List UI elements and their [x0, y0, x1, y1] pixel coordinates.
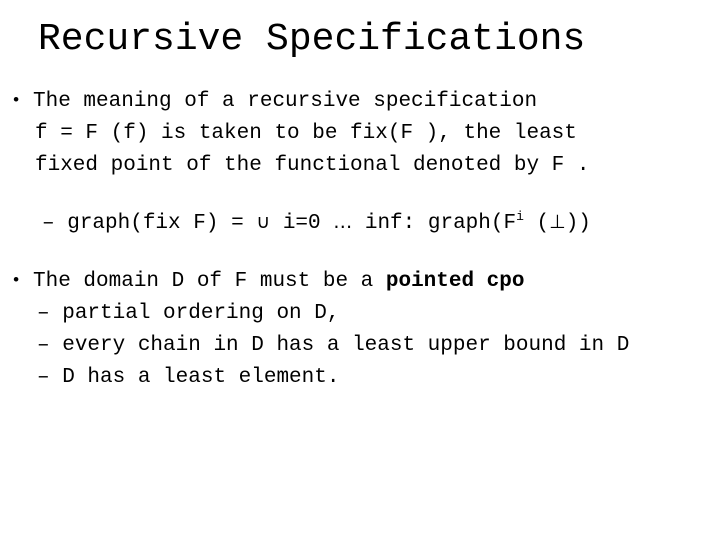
- bullet-item-1: • The meaning of a recursive specificati…: [0, 86, 720, 118]
- formula-lhs: graph(fix F): [67, 212, 219, 235]
- slide: Recursive Specifications • The meaning o…: [0, 0, 720, 540]
- bullet-1-line-2: f = F (f) is taken to be fix(F ), the le…: [35, 122, 577, 145]
- formula-superscript: i: [516, 209, 524, 224]
- bullet-marker-icon: •: [11, 92, 22, 111]
- formula-limit: inf:: [364, 212, 416, 235]
- bullet-2-emphasis: pointed cpo: [385, 270, 525, 293]
- bullet-item-2: • The domain D of F must be a pointed cp…: [0, 266, 720, 298]
- bullet-2-text: The domain D of F must be a: [33, 270, 386, 293]
- formula-index: i=0: [282, 212, 321, 235]
- bullet-1-continuation-2: fixed point of the functional denoted by…: [0, 150, 720, 182]
- sub-bullet-3: – D has a least element.: [0, 362, 720, 394]
- dash-marker-icon-3: –: [37, 366, 50, 389]
- bullet-1-line-3: fixed point of the functional denoted by…: [35, 154, 590, 177]
- dash-marker-icon: –: [42, 212, 55, 235]
- union-symbol-icon: ∪: [256, 211, 271, 233]
- sub-bullet-3-label: D has a least element.: [62, 366, 340, 389]
- dash-marker-icon-2: –: [37, 334, 50, 357]
- bullet-1-continuation-1: f = F (f) is taken to be fix(F ), the le…: [0, 118, 720, 150]
- sub-bullet-1-label: partial ordering on D,: [62, 302, 340, 325]
- slide-body: • The meaning of a recursive specificati…: [0, 86, 720, 394]
- formula-equals: =: [231, 212, 244, 235]
- bullet-marker-icon-2: •: [11, 272, 22, 291]
- page-title: Recursive Specifications: [38, 18, 586, 61]
- sub-bullet-2: – every chain in D has a least upper bou…: [0, 330, 720, 362]
- formula-rhs-close: )): [565, 212, 591, 235]
- formula-rhs-prefix: graph(F: [427, 212, 517, 235]
- sub-bullet-2-label: every chain in D has a least upper bound…: [62, 334, 630, 357]
- bottom-symbol-icon: ⊥: [549, 211, 566, 233]
- dash-marker-icon-1: –: [37, 302, 50, 325]
- formula-line: – graph(fix F) = ∪ i=0 … inf: graph(Fi (…: [0, 206, 720, 240]
- formula-rhs-open-paren: (: [536, 212, 550, 235]
- sub-bullet-1: – partial ordering on D,: [0, 298, 720, 330]
- bullet-1-line-1: The meaning of a recursive specification: [33, 90, 538, 113]
- ellipsis-icon: …: [333, 211, 353, 233]
